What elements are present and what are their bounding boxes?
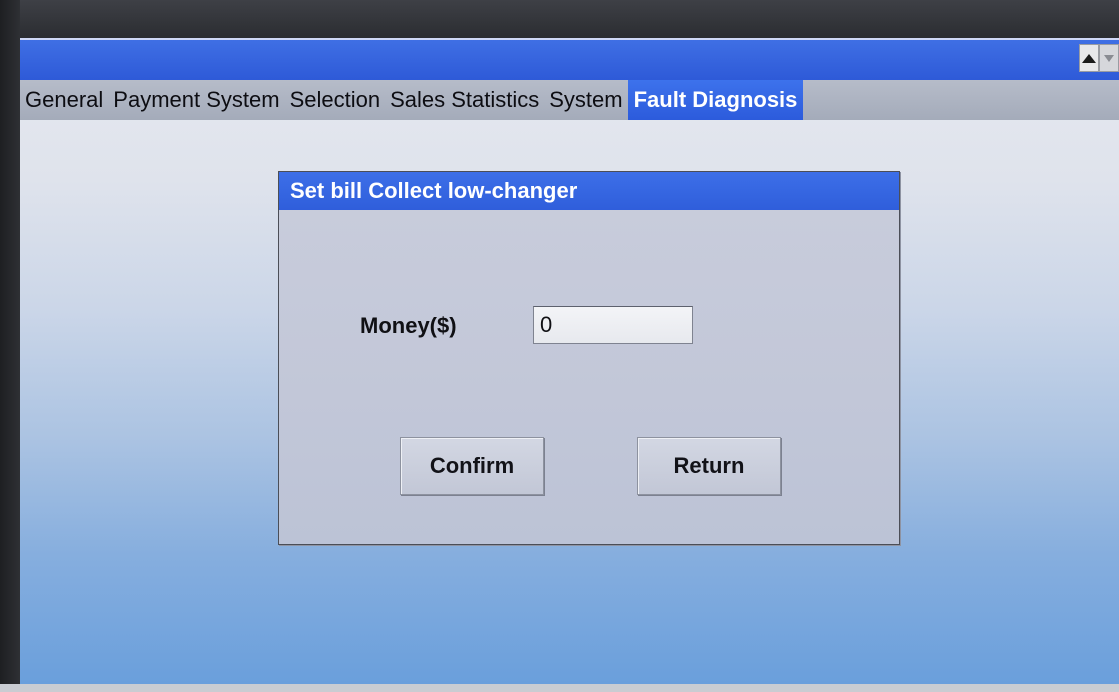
set-bill-dialog: Set bill Collect low-changer Money($) Co… [278,171,900,545]
dialog-title: Set bill Collect low-changer [279,172,899,210]
scroll-up-button[interactable] [1079,44,1099,72]
triangle-down-icon [1104,54,1114,62]
money-input[interactable] [533,306,693,344]
tab-general[interactable]: General [20,80,108,120]
device-bezel-bottom [0,684,1119,692]
return-button[interactable]: Return [637,437,781,495]
tab-bar: General Payment System Selection Sales S… [20,80,1119,120]
touch-screen: General Payment System Selection Sales S… [20,38,1119,684]
confirm-button[interactable]: Confirm [400,437,544,495]
device-bezel-top [0,0,1119,38]
tab-system[interactable]: System [544,80,627,120]
money-label: Money($) [360,313,457,338]
top-title-strip [20,38,1119,80]
tab-selection[interactable]: Selection [285,80,386,120]
tab-sales-statistics[interactable]: Sales Statistics [385,80,544,120]
tab-fault-diagnosis[interactable]: Fault Diagnosis [627,80,804,120]
scroll-down-button[interactable] [1099,44,1119,72]
tab-payment-system[interactable]: Payment System [108,80,284,120]
triangle-up-icon [1082,53,1096,63]
device-bezel-left [0,0,20,692]
tab-scroll-controls [1079,44,1119,74]
